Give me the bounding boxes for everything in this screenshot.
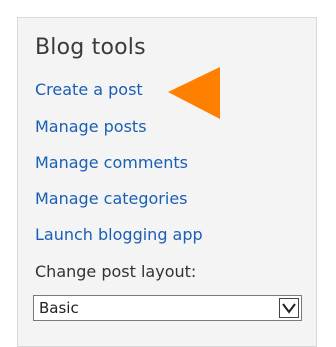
blog-tools-panel: Blog tools Create a post Manage posts Ma… — [17, 17, 317, 347]
post-layout-value: Basic — [39, 299, 79, 317]
manage-comments-link[interactable]: Manage comments — [35, 153, 188, 172]
create-post-link[interactable]: Create a post — [35, 80, 143, 99]
chevron-down-icon[interactable] — [279, 298, 299, 318]
launch-blogging-app-link[interactable]: Launch blogging app — [35, 225, 203, 244]
change-layout-label: Change post layout: — [35, 262, 197, 281]
manage-categories-link[interactable]: Manage categories — [35, 189, 188, 208]
post-layout-select[interactable]: Basic — [33, 295, 302, 321]
orange-pointer-arrow-icon — [168, 67, 220, 127]
manage-posts-link[interactable]: Manage posts — [35, 117, 147, 136]
panel-title: Blog tools — [35, 35, 146, 60]
